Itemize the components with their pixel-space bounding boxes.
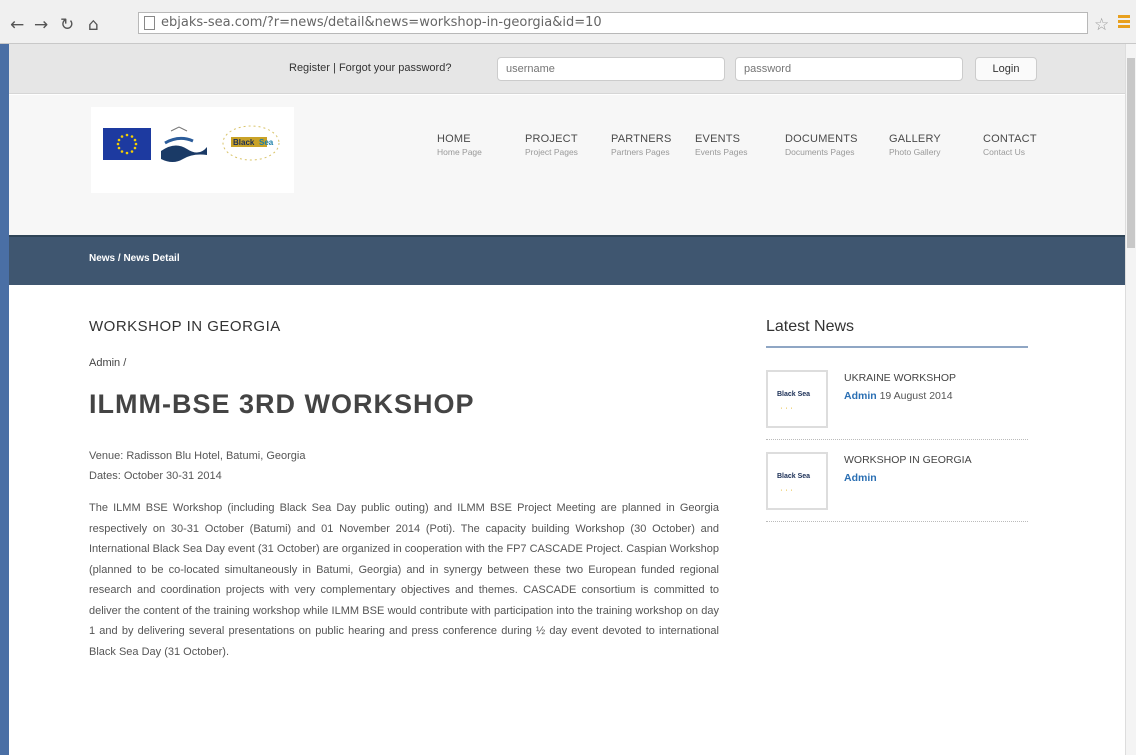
thumb-logo-text: Black Sea xyxy=(777,473,811,480)
back-arrow-icon[interactable]: ← xyxy=(10,16,24,34)
sidebar-title: Latest News xyxy=(766,318,1028,348)
news-title[interactable]: UKRAINE WORKSHOP xyxy=(844,372,956,384)
main-navigation: HOME Home Page PROJECT Project Pages PAR… xyxy=(437,133,1053,157)
forgot-password-link[interactable]: Forgot your password? xyxy=(339,62,452,74)
page-scrollbar[interactable] xyxy=(1125,44,1136,755)
nav-label: CONTACT xyxy=(983,133,1037,145)
article: WORKSHOP IN GEORGIA Admin / ILMM-BSE 3RD… xyxy=(89,318,719,662)
article-title: ILMM-BSE 3RD WORKSHOP xyxy=(89,389,475,419)
address-bar[interactable]: ebjaks-sea.com/?r=news/detail&news=works… xyxy=(138,12,1088,34)
news-title[interactable]: WORKSHOP IN GEORGIA xyxy=(844,454,972,466)
nav-sublabel: Project Pages xyxy=(525,147,578,157)
article-category: WORKSHOP IN GEORGIA xyxy=(89,318,281,335)
forward-arrow-icon[interactable]: → xyxy=(34,16,48,34)
nav-home[interactable]: HOME Home Page xyxy=(437,133,525,157)
svg-text:Black: Black xyxy=(233,138,255,147)
site-header: Black Sea HOME Home Page PROJECT Project… xyxy=(9,95,1125,235)
nav-label: PARTNERS xyxy=(611,133,672,145)
bookmark-star-icon[interactable]: ☆ xyxy=(1094,15,1109,35)
news-meta: Admin 19 August 2014 xyxy=(844,390,953,402)
article-body: The ILMM BSE Workshop (including Black S… xyxy=(89,502,719,658)
link-separator: | xyxy=(333,62,336,74)
nav-label: PROJECT xyxy=(525,133,578,145)
article-dates: Dates: October 30-31 2014 xyxy=(89,470,222,482)
nav-documents[interactable]: DOCUMENTS Documents Pages xyxy=(785,133,889,157)
url-text: ebjaks-sea.com/?r=news/detail&news=works… xyxy=(161,15,602,30)
news-meta: Admin xyxy=(844,472,877,484)
nav-events[interactable]: EVENTS Events Pages xyxy=(695,133,785,157)
window-edge xyxy=(0,44,9,755)
login-button[interactable]: Login xyxy=(975,57,1037,81)
browser-menu-icon[interactable] xyxy=(1118,15,1130,29)
site-logos[interactable]: Black Sea xyxy=(91,107,294,193)
nav-sublabel: Home Page xyxy=(437,147,482,157)
home-icon[interactable]: ⌂ xyxy=(88,16,99,34)
nav-sublabel: Partners Pages xyxy=(611,147,670,157)
nav-gallery[interactable]: GALLERY Photo Gallery xyxy=(889,133,983,157)
news-author[interactable]: Admin xyxy=(844,390,877,402)
nav-label: HOME xyxy=(437,133,471,145)
svg-text:Sea: Sea xyxy=(259,138,274,147)
nav-label: GALLERY xyxy=(889,133,941,145)
nav-contact[interactable]: CONTACT Contact Us xyxy=(983,133,1053,157)
nav-label: DOCUMENTS xyxy=(785,133,858,145)
nav-partners[interactable]: PARTNERS Partners Pages xyxy=(611,133,695,157)
reload-icon[interactable]: ↻ xyxy=(60,16,74,34)
nav-project[interactable]: PROJECT Project Pages xyxy=(525,133,611,157)
login-bar: Register | Forgot your password? Login xyxy=(9,44,1125,94)
news-item[interactable]: Black Sea ⋅ ⋅ ⋅ WORKSHOP IN GEORGIA Admi… xyxy=(766,448,1028,522)
register-link[interactable]: Register xyxy=(289,62,330,74)
stars-icon: ⋅ ⋅ ⋅ xyxy=(780,486,793,495)
article-author[interactable]: Admin / xyxy=(89,357,719,369)
breadcrumb-band: News / News Detail xyxy=(9,235,1125,285)
news-author[interactable]: Admin xyxy=(844,472,877,484)
news-item[interactable]: Black Sea ⋅ ⋅ ⋅ UKRAINE WORKSHOP Admin 1… xyxy=(766,366,1028,440)
latest-news-sidebar: Latest News Black Sea ⋅ ⋅ ⋅ UKRAINE WORK… xyxy=(766,318,1028,522)
news-date: 19 August 2014 xyxy=(879,390,953,402)
page-icon xyxy=(144,16,155,30)
news-thumbnail[interactable]: Black Sea ⋅ ⋅ ⋅ xyxy=(766,452,828,510)
article-venue: Venue: Radisson Blu Hotel, Batumi, Georg… xyxy=(89,450,306,462)
browser-toolbar: ← → ↻ ⌂ ebjaks-sea.com/?r=news/detail&ne… xyxy=(0,0,1136,44)
eu-flag-logo xyxy=(103,128,151,160)
nav-sublabel: Documents Pages xyxy=(785,147,855,157)
username-input[interactable] xyxy=(497,57,725,81)
nav-sublabel: Photo Gallery xyxy=(889,147,941,157)
scroll-thumb[interactable] xyxy=(1127,58,1135,248)
article-meta: Venue: Radisson Blu Hotel, Batumi, Georg… xyxy=(89,446,719,486)
black-sea-logo: Black Sea xyxy=(222,125,280,161)
nav-sublabel: Events Pages xyxy=(695,147,748,157)
breadcrumb[interactable]: News / News Detail xyxy=(89,253,180,264)
nav-sublabel: Contact Us xyxy=(983,147,1026,157)
password-input[interactable] xyxy=(735,57,963,81)
nav-label: EVENTS xyxy=(695,133,741,145)
stars-icon: ⋅ ⋅ ⋅ xyxy=(780,404,793,413)
news-thumbnail[interactable]: Black Sea ⋅ ⋅ ⋅ xyxy=(766,370,828,428)
login-links: Register | Forgot your password? xyxy=(289,62,451,74)
ilmm-logo xyxy=(161,126,207,162)
thumb-logo-text: Black Sea xyxy=(777,391,811,398)
